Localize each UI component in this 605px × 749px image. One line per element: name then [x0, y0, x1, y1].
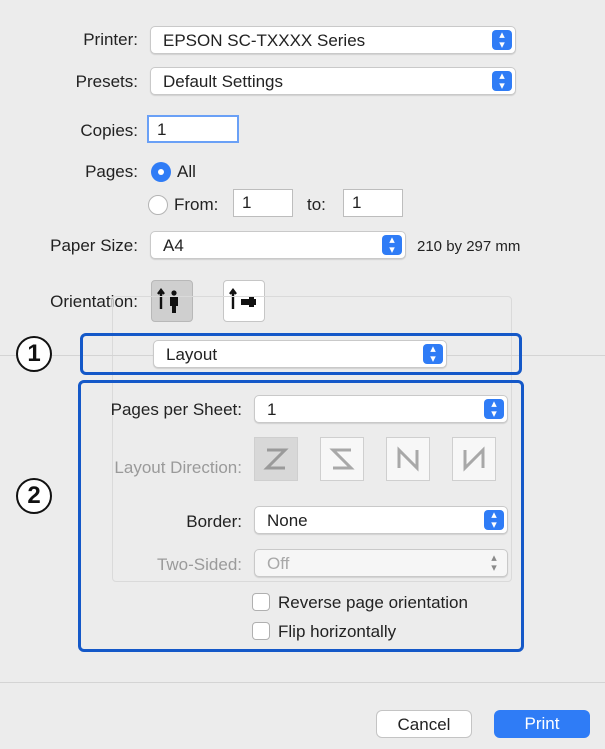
paper-dimensions: 210 by 297 mm [417, 238, 521, 255]
direction-n-icon [397, 446, 419, 472]
chevron-updown-icon: ▴ ▾ [484, 399, 504, 420]
chevron-updown-icon: ▴ ▾ [491, 552, 497, 574]
two-sided-label: Two-Sided: [156, 555, 242, 574]
pages-per-sheet-label: Pages per Sheet: [110, 400, 242, 419]
two-sided-value: Off [267, 554, 290, 573]
layout-direction-label: Layout Direction: [114, 458, 242, 477]
chevron-updown-icon: ▴ ▾ [484, 510, 504, 531]
direction-n-reverse-icon [463, 446, 485, 472]
layout-direction-n-reverse-button[interactable] [452, 437, 496, 481]
chevron-updown-icon: ▴ ▾ [382, 235, 402, 256]
pages-per-sheet-value: 1 [267, 400, 277, 419]
callout-number-1: 1 [16, 336, 52, 372]
direction-z-icon [263, 448, 289, 470]
pages-to-input[interactable]: 1 [343, 189, 403, 217]
pages-from-label: From: [174, 195, 219, 214]
pages-to-label: to: [307, 195, 326, 214]
reverse-orientation-label: Reverse page orientation [278, 593, 468, 612]
panel-value: Layout [166, 345, 218, 364]
panel-select[interactable]: Layout ▴ ▾ [153, 340, 447, 368]
flip-horizontally-label: Flip horizontally [278, 622, 397, 641]
border-select[interactable]: None ▴ ▾ [254, 506, 508, 534]
pages-all-radio[interactable] [151, 162, 171, 182]
chevron-updown-icon: ▴ ▾ [492, 30, 512, 51]
border-value: None [267, 511, 308, 530]
presets-label: Presets: [75, 72, 138, 91]
presets-select[interactable]: Default Settings ▴ ▾ [150, 67, 516, 95]
copies-input[interactable]: 1 [147, 115, 239, 143]
two-sided-select[interactable]: Off ▴ ▾ [254, 549, 508, 577]
printer-select[interactable]: EPSON SC-TXXXX Series ▴ ▾ [150, 26, 516, 54]
presets-value: Default Settings [163, 72, 284, 91]
printer-value: EPSON SC-TXXXX Series [163, 31, 366, 50]
paper-size-label: Paper Size: [50, 236, 138, 255]
copies-label: Copies: [80, 121, 138, 140]
reverse-orientation-checkbox[interactable] [252, 593, 270, 611]
layout-direction-z-button[interactable] [254, 437, 298, 481]
paper-size-value: A4 [163, 236, 184, 255]
callout-number-2: 2 [16, 478, 52, 514]
chevron-updown-icon: ▴ ▾ [492, 71, 512, 92]
footer-divider [0, 682, 605, 683]
cancel-button[interactable]: Cancel [376, 710, 472, 738]
print-button[interactable]: Print [494, 710, 590, 738]
flip-horizontally-checkbox[interactable] [252, 622, 270, 640]
layout-direction-s-button[interactable] [320, 437, 364, 481]
border-label: Border: [186, 512, 242, 531]
pages-label: Pages: [85, 162, 138, 181]
pages-from-input[interactable]: 1 [233, 189, 293, 217]
paper-size-select[interactable]: A4 ▴ ▾ [150, 231, 406, 259]
direction-s-icon [329, 448, 355, 470]
pages-per-sheet-select[interactable]: 1 ▴ ▾ [254, 395, 508, 423]
printer-label: Printer: [83, 30, 138, 49]
pages-all-label: All [177, 162, 196, 181]
layout-direction-n-button[interactable] [386, 437, 430, 481]
pages-range-radio[interactable] [148, 195, 168, 215]
chevron-updown-icon: ▴ ▾ [423, 344, 443, 365]
